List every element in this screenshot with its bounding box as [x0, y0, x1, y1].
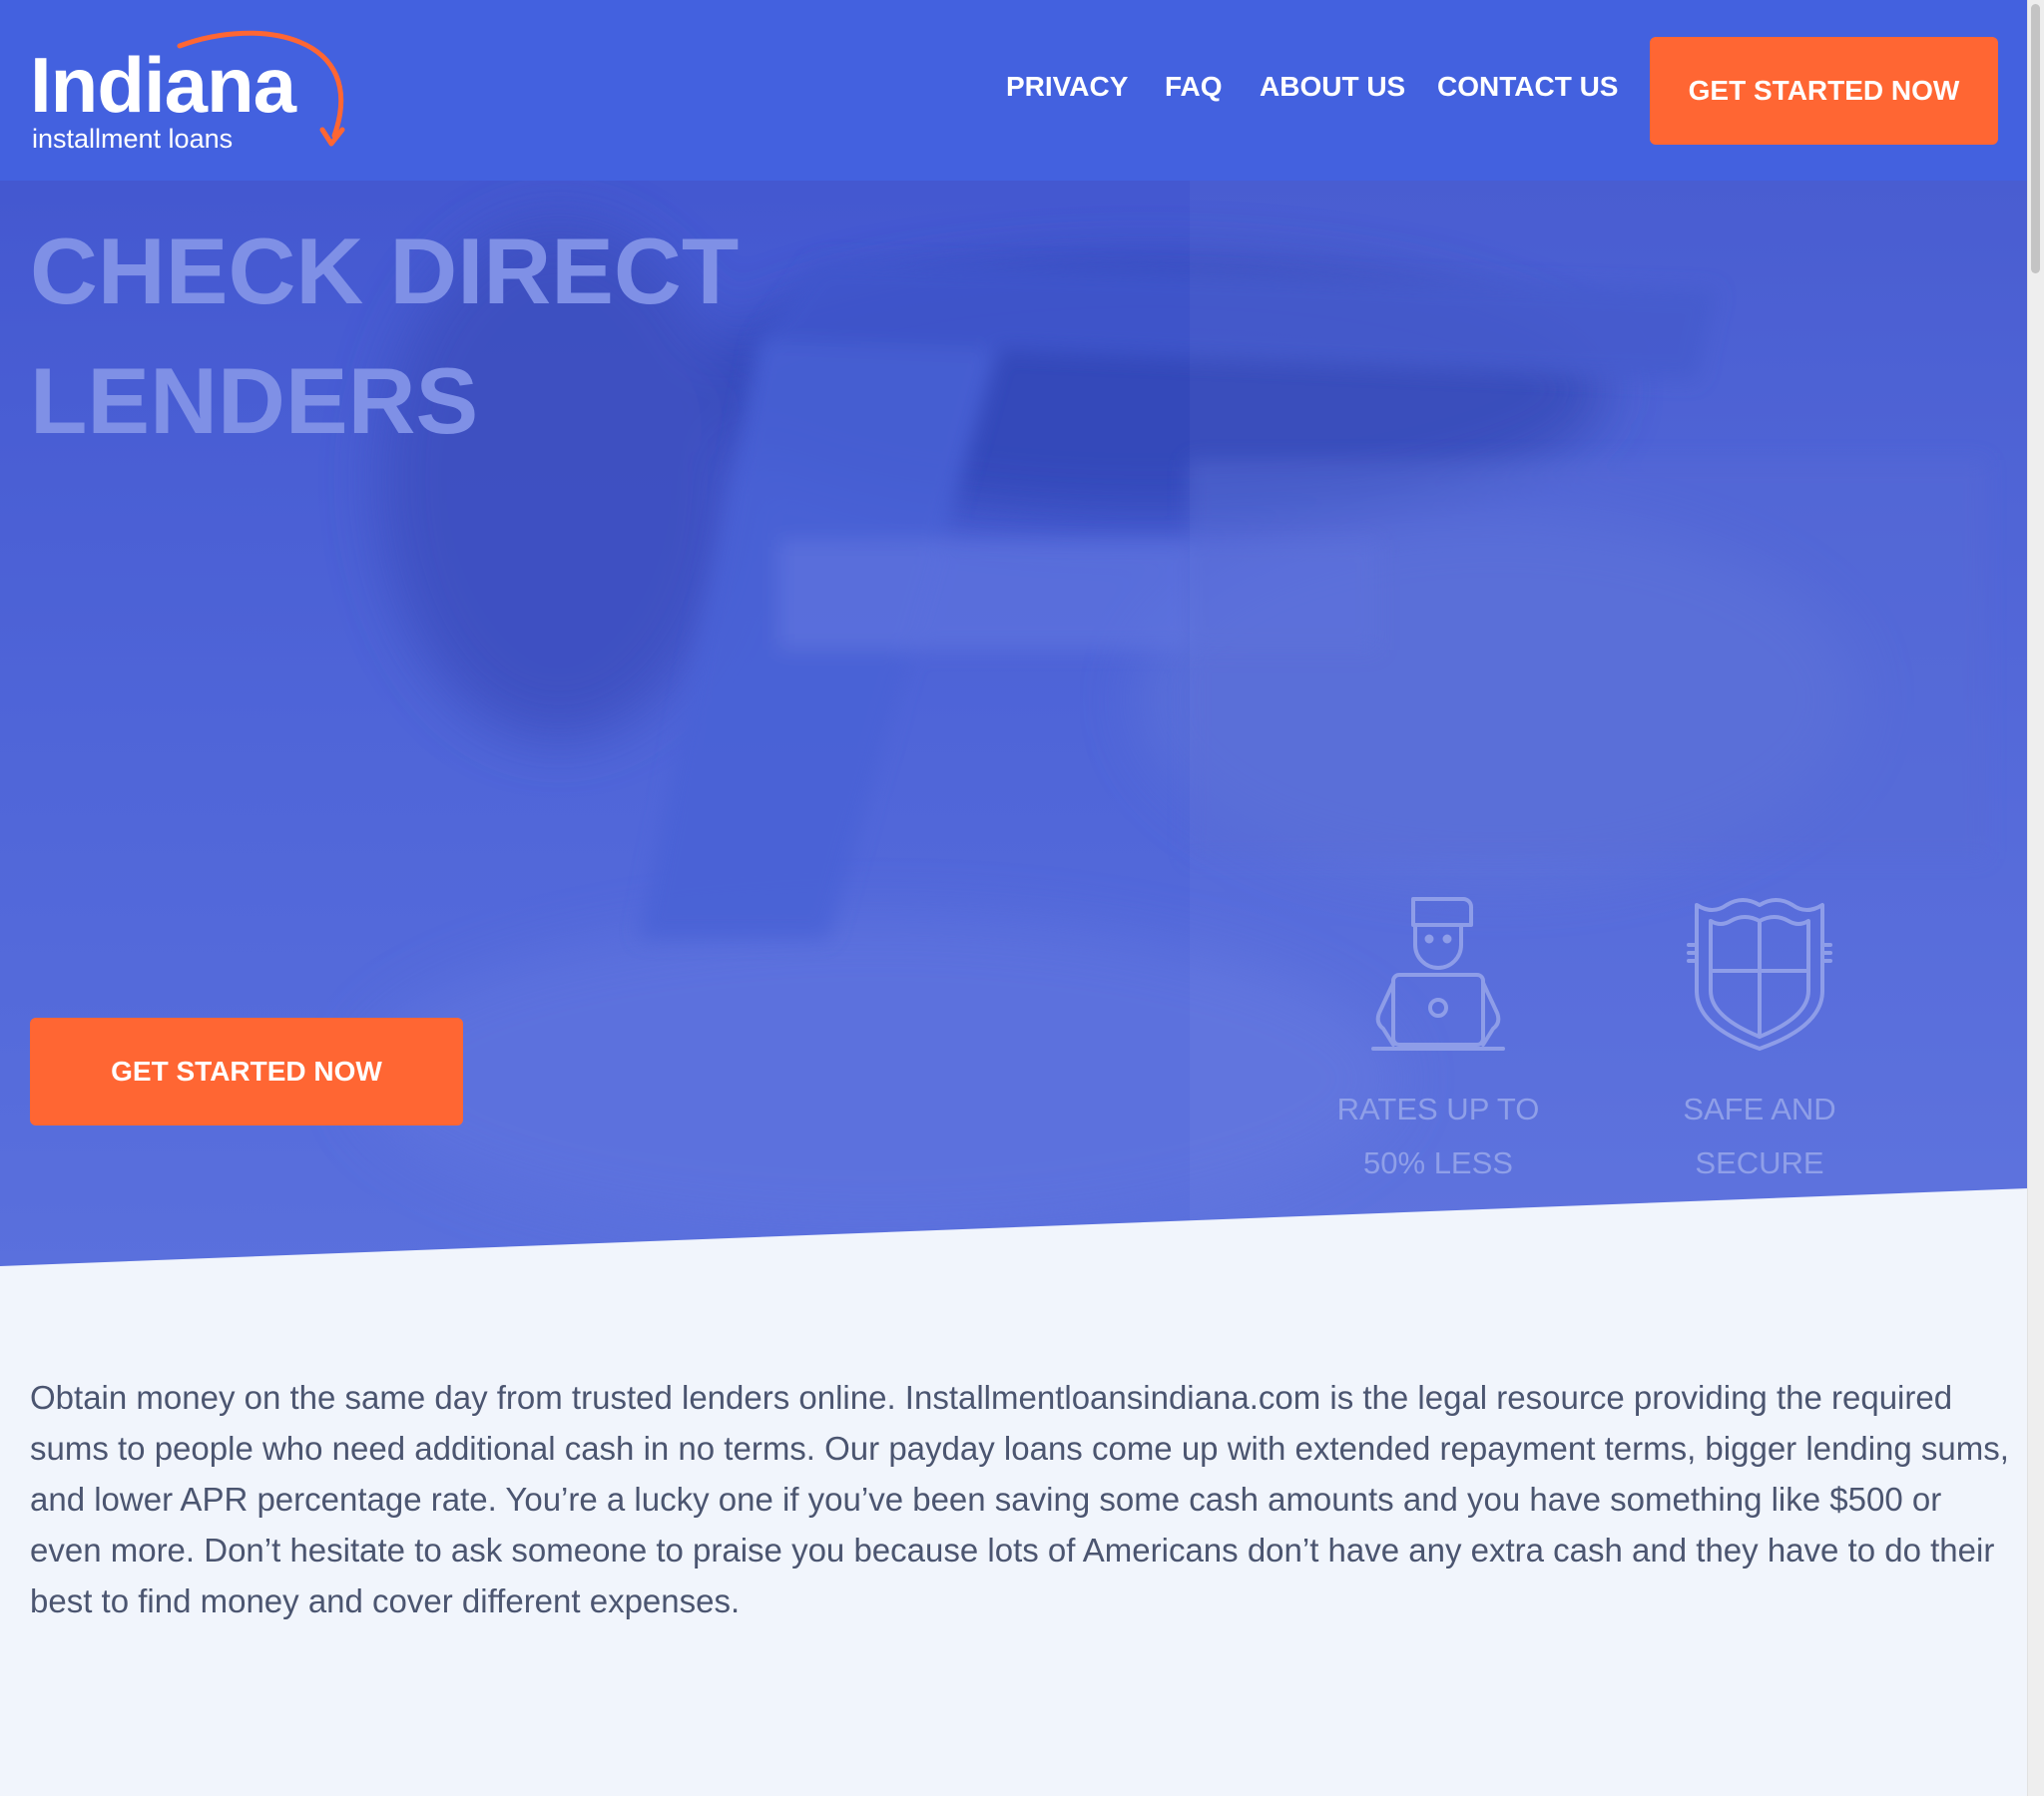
hero-section: CHECK DIRECT LENDERS GET STARTED NOW RAT… — [0, 181, 2028, 1278]
page: Indiana installment loans PRIVACY FAQ AB… — [0, 0, 2044, 1796]
feature-safe: SAFE AND SECURE — [1630, 891, 1889, 1190]
logo-tagline: installment loans — [32, 124, 234, 154]
site-logo[interactable]: Indiana installment loans — [30, 26, 369, 156]
feature-safe-label: SAFE AND SECURE — [1683, 1092, 1836, 1180]
hero-get-started-button[interactable]: GET STARTED NOW — [30, 1018, 463, 1125]
hero-title: CHECK DIRECT LENDERS — [30, 207, 828, 466]
feature-rates-label: RATES UP TO 50% LESS — [1336, 1092, 1540, 1180]
logo-wordmark: Indiana — [30, 41, 296, 129]
person-laptop-icon — [1371, 897, 1505, 1051]
intro-section: Obtain money on the same day from truste… — [30, 1372, 2016, 1626]
intro-paragraph: Obtain money on the same day from truste… — [30, 1379, 2009, 1619]
nav-link-contact-us[interactable]: CONTACT US — [1437, 73, 1618, 101]
feature-rates: RATES UP TO 50% LESS — [1308, 891, 1568, 1190]
hero-title-line-2: LENDERS — [30, 348, 479, 453]
nav-link-privacy[interactable]: PRIVACY — [1006, 73, 1128, 101]
hero-title-line-1: CHECK DIRECT — [30, 219, 740, 323]
vertical-scrollbar[interactable] — [2027, 0, 2044, 1796]
header-get-started-button[interactable]: GET STARTED NOW — [1650, 37, 1998, 145]
scrollbar-thumb[interactable] — [2031, 4, 2040, 273]
nav-link-about-us[interactable]: ABOUT US — [1260, 73, 1405, 101]
site-header: Indiana installment loans PRIVACY FAQ AB… — [0, 0, 2028, 181]
nav-link-faq[interactable]: FAQ — [1165, 73, 1223, 101]
shield-icon — [1687, 898, 1832, 1051]
